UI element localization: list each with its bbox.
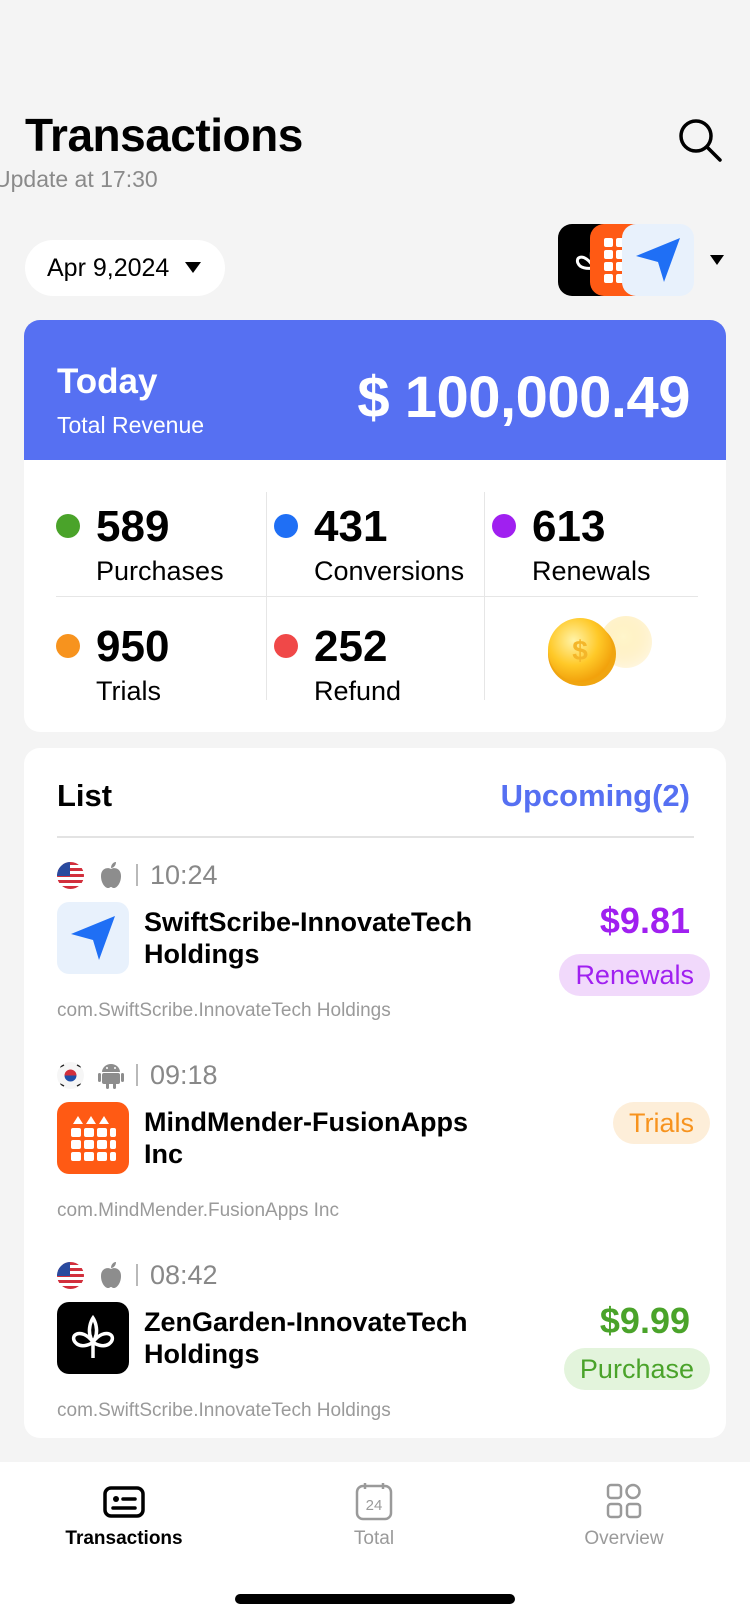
divider [57, 836, 694, 838]
coins-icon: $ [534, 610, 664, 690]
swiftscribe-app-icon [57, 902, 129, 974]
chevron-down-icon[interactable] [710, 255, 724, 265]
transaction-time: 10:24 [150, 859, 218, 890]
mindmender-app-icon [57, 1102, 129, 1174]
stat-label: Conversions [314, 556, 465, 586]
stat-label: Renewals [532, 556, 651, 586]
status-dot [56, 514, 80, 538]
tab-label: Total [353, 1528, 395, 1549]
tab-total[interactable]: 24 Total [284, 1482, 464, 1550]
apple-icon [98, 861, 124, 889]
list-item[interactable]: 09:18 MindMender-FusionApps Inc com.Mind… [24, 1060, 726, 1250]
svg-text:$: $ [572, 635, 588, 666]
stat-label: Purchases [96, 556, 224, 586]
status-badge: Purchase [563, 1348, 710, 1390]
transaction-time: 09:18 [150, 1059, 218, 1090]
us-flag-icon [57, 861, 84, 889]
stat-value: 431 [314, 502, 388, 551]
upcoming-link[interactable]: Upcoming(2) [501, 778, 690, 814]
us-flag-icon [57, 1261, 84, 1289]
app-name: MindMender-FusionApps Inc [144, 1107, 468, 1169]
status-dot [274, 634, 298, 658]
stat-label: Refund [314, 676, 402, 706]
date-label: Apr 9,2024 [47, 253, 170, 282]
bundle-id: com.SwiftScribe.InnovateTech Holdings [57, 1000, 391, 1021]
page-title: Transactions [25, 109, 303, 161]
stat-value: 950 [96, 622, 170, 671]
tab-transactions[interactable]: Transactions [34, 1482, 214, 1550]
stats-card: 589 Purchases 431 Conversions 613 Renewa… [24, 460, 726, 732]
app-name: ZenGarden-InnovateTech Holdings [144, 1307, 468, 1369]
bundle-id: com.MindMender.FusionApps Inc [57, 1200, 339, 1221]
bundle-id: com.SwiftScribe.InnovateTech Holdings [57, 1400, 391, 1421]
separator [136, 1264, 138, 1286]
status-badge: Trials [613, 1102, 710, 1144]
calendar-icon: 24 [352, 1482, 396, 1522]
list-title: List [57, 778, 113, 813]
list-item[interactable]: 10:24 SwiftScribe-InnovateTech Holdings … [24, 860, 726, 1050]
tab-label: Transactions [65, 1528, 183, 1549]
stat-label: Trials [96, 676, 161, 706]
list-item-meta: 08:42 [57, 1260, 218, 1290]
list-item-meta: 10:24 [57, 860, 218, 890]
divider [56, 596, 698, 597]
revenue-amount: $ 100,000.49 [357, 365, 690, 430]
chevron-down-icon [185, 262, 201, 273]
update-time: Update at 17:30 [0, 166, 158, 192]
status-badge: Renewals [559, 954, 710, 996]
status-dot [274, 514, 298, 538]
app-selector[interactable] [558, 224, 708, 296]
grid-icon [602, 1482, 646, 1522]
home-indicator[interactable] [235, 1594, 515, 1604]
tab-overview[interactable]: Overview [534, 1482, 714, 1550]
period-label: Today [57, 362, 158, 401]
zengarden-app-icon [57, 1302, 129, 1374]
app-name: SwiftScribe-InnovateTech Holdings [144, 907, 473, 969]
transaction-amount: $9.99 [599, 1300, 690, 1341]
tab-label: Overview [584, 1528, 664, 1549]
transaction-amount: $9.81 [599, 900, 690, 941]
stat-value: 613 [532, 502, 606, 551]
swiftscribe-app-icon [622, 224, 694, 296]
search-icon[interactable] [676, 116, 724, 164]
android-icon [98, 1061, 124, 1089]
stat-value: 589 [96, 502, 170, 551]
transactions-list: List Upcoming(2) 10:24 SwiftScribe-Innov… [24, 748, 726, 1438]
svg-text:24: 24 [366, 1497, 383, 1514]
stat-value: 252 [314, 622, 388, 671]
separator [136, 1064, 138, 1086]
separator [136, 864, 138, 886]
transaction-time: 08:42 [150, 1259, 218, 1290]
status-dot [56, 634, 80, 658]
apple-icon [98, 1261, 124, 1289]
revenue-label: Total Revenue [57, 412, 205, 438]
kr-flag-icon [57, 1061, 84, 1089]
date-selector[interactable]: Apr 9,2024 [25, 240, 225, 296]
list-item-meta: 09:18 [57, 1060, 218, 1090]
list-item[interactable]: 08:42 ZenGarden-InnovateTech Holdings co… [24, 1260, 726, 1438]
status-dot [492, 514, 516, 538]
revenue-card: Today Total Revenue $ 100,000.49 [24, 320, 726, 460]
id-card-icon [102, 1482, 146, 1522]
